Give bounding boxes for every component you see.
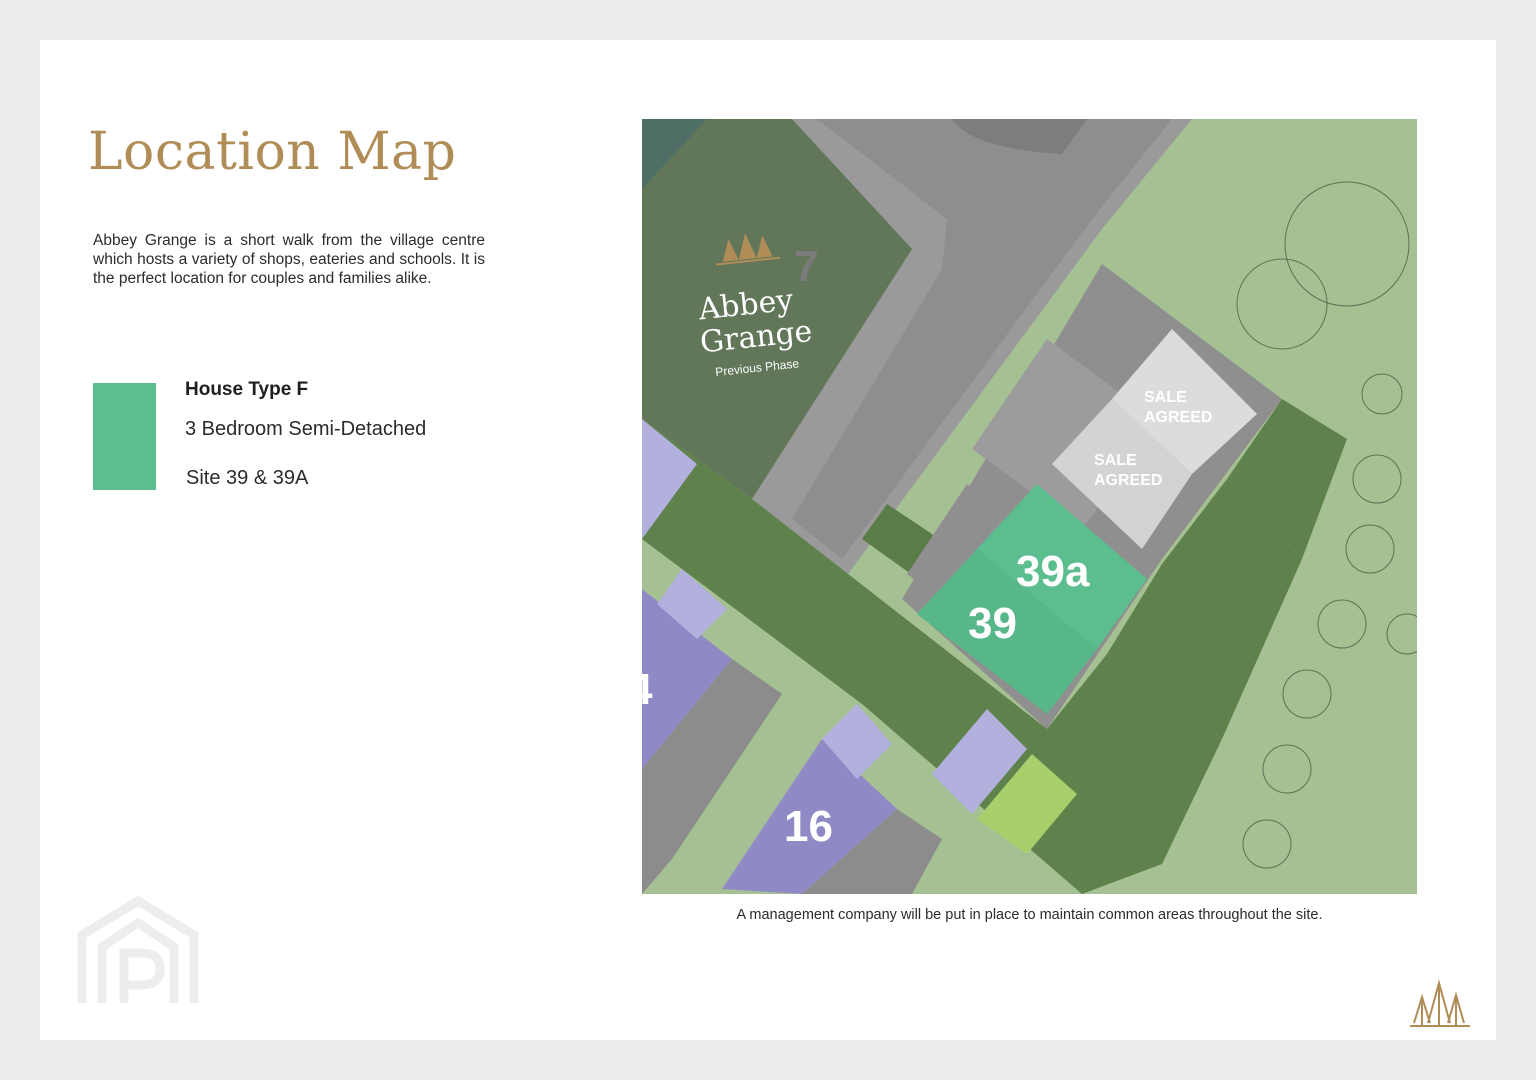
site-map: 7 Abbey Grange Previous Phase SALE AGREE… <box>642 119 1417 894</box>
intro-paragraph: Abbey Grange is a short walk from the vi… <box>93 232 485 287</box>
legend-color-swatch <box>93 383 156 490</box>
map-caption: A management company will be put in plac… <box>736 907 1323 923</box>
brochure-page: Location Map Abbey Grange is a short wal… <box>40 40 1496 1040</box>
house-p-watermark-icon <box>76 895 200 1010</box>
plot-label-16: 16 <box>784 802 833 851</box>
trees-logo-icon <box>1406 977 1472 1034</box>
legend-bedroom-description: 3 Bedroom Semi-Detached <box>185 418 427 440</box>
plot-label-39: 39 <box>968 599 1017 648</box>
plot-label-39a: 39a <box>1016 547 1090 596</box>
legend-site-numbers: Site 39 & 39A <box>186 467 309 489</box>
legend-house-type: House Type F <box>185 379 309 400</box>
sale-agreed-2-line2: AGREED <box>1094 472 1162 489</box>
sale-agreed-1-line1: SALE <box>1144 389 1187 406</box>
page-title: Location Map <box>88 122 457 182</box>
plot-label-7: 7 <box>794 242 818 291</box>
sale-agreed-1-line2: AGREED <box>1144 409 1212 426</box>
sale-agreed-2-line1: SALE <box>1094 452 1137 469</box>
plot-label-4: 4 <box>642 665 653 714</box>
